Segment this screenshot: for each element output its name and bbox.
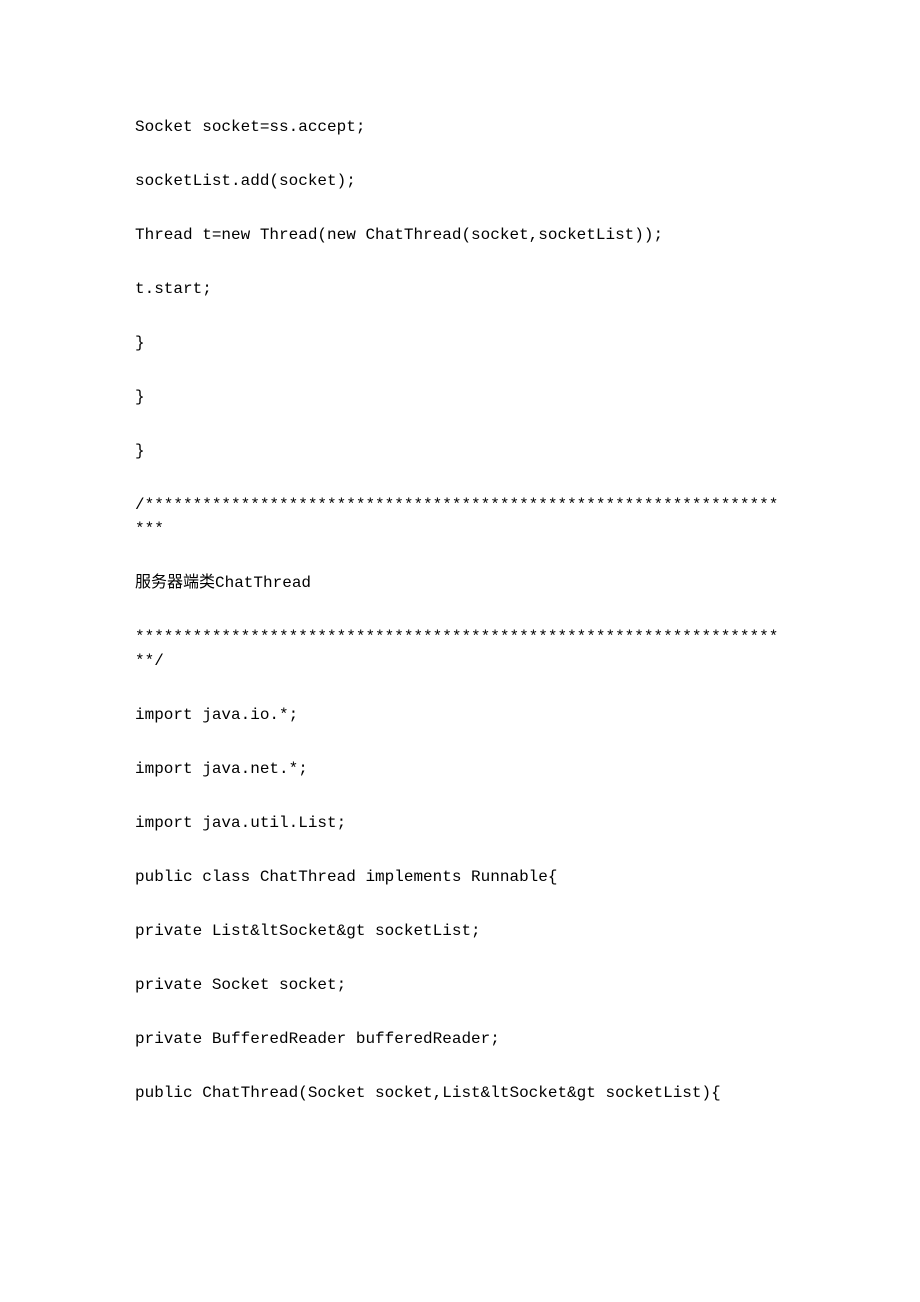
code-line: t.start; (135, 277, 785, 301)
code-line: ****************************************… (135, 625, 785, 673)
code-line: public ChatThread(Socket socket,List&ltS… (135, 1081, 785, 1105)
code-line: public class ChatThread implements Runna… (135, 865, 785, 889)
code-line: socketList.add(socket); (135, 169, 785, 193)
code-line: import java.io.*; (135, 703, 785, 727)
code-line: } (135, 439, 785, 463)
document-page: Socket socket=ss.accept; socketList.add(… (0, 0, 920, 1302)
code-line: private BufferedReader bufferedReader; (135, 1027, 785, 1051)
code-line: 服务器端类ChatThread (135, 571, 785, 595)
code-line: Thread t=new Thread(new ChatThread(socke… (135, 223, 785, 247)
code-line: } (135, 385, 785, 409)
code-line: } (135, 331, 785, 355)
code-line: import java.net.*; (135, 757, 785, 781)
code-line: private Socket socket; (135, 973, 785, 997)
code-line: private List&ltSocket&gt socketList; (135, 919, 785, 943)
code-line: /***************************************… (135, 493, 785, 541)
code-line: import java.util.List; (135, 811, 785, 835)
code-line: Socket socket=ss.accept; (135, 115, 785, 139)
